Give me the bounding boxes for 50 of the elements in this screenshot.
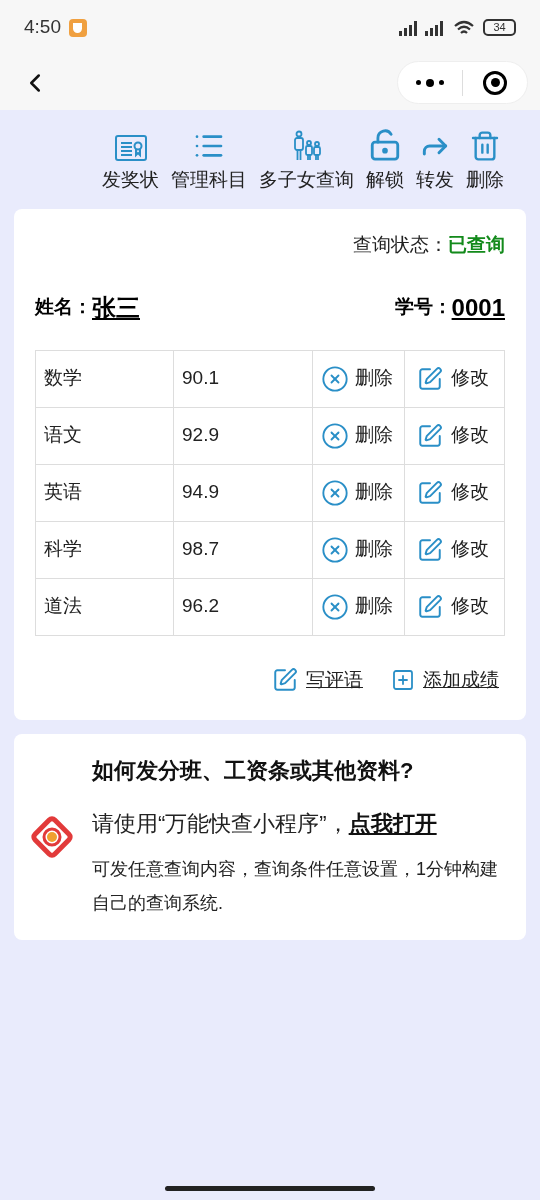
close-circle-icon: [321, 478, 349, 507]
subject-cell: 科学: [35, 521, 174, 578]
toolbar-button[interactable]: 解锁: [360, 126, 410, 206]
student-name: 张三: [92, 292, 140, 323]
edit-icon: [272, 666, 298, 693]
close-target-icon[interactable]: [483, 70, 507, 95]
trash-icon: [469, 130, 501, 162]
toolbar-button[interactable]: 发奖状: [96, 126, 165, 206]
subject-cell: 道法: [35, 578, 174, 635]
score-cell: 96.2: [173, 578, 313, 635]
toolbar-button[interactable]: 多子女查询: [253, 126, 360, 206]
status-value: 已查询: [448, 233, 505, 257]
close-circle-icon: [321, 364, 349, 393]
toolbar-button[interactable]: 管理科目: [165, 126, 253, 206]
status-label: 查询状态：: [353, 233, 448, 257]
score-cell: 92.9: [173, 407, 313, 464]
promo-title: 如何发分班、工资条或其他资料?: [92, 757, 415, 785]
close-circle-icon: [321, 421, 349, 450]
status-time: 4:50: [24, 15, 61, 40]
subject-cell: 英语: [35, 464, 174, 521]
battery-indicator: 34: [483, 19, 516, 36]
unlock-icon: [368, 128, 402, 162]
action-link[interactable]: 添加成绩: [391, 665, 499, 694]
certificate-icon: [113, 134, 148, 162]
open-link[interactable]: 点我打开: [348, 807, 437, 840]
edit-icon: [416, 479, 443, 506]
score-cell: 94.9: [173, 464, 313, 521]
edit-icon: [416, 365, 443, 392]
score-cell: 98.7: [173, 521, 313, 578]
score-cell: 90.1: [173, 350, 313, 407]
promo-description: 可发任意查询内容，查询条件任意设置，1分钟构建自己的查询系统.: [92, 858, 499, 915]
edit-icon: [416, 422, 443, 449]
student-id: 0001: [451, 292, 505, 323]
subject-cell: 语文: [35, 407, 174, 464]
name-label: 姓名：: [35, 295, 92, 320]
close-circle-icon: [321, 535, 349, 564]
signal-icon: [397, 18, 445, 37]
app-logo-icon: [28, 813, 76, 861]
toolbar-button[interactable]: 删除: [460, 126, 510, 206]
toolbar-button[interactable]: 转发: [410, 126, 460, 206]
id-label: 学号：: [394, 295, 452, 320]
shield-icon: [69, 18, 87, 37]
edit-icon: [416, 593, 443, 620]
family-icon: [291, 130, 322, 162]
promo-text: 请使用“万能快查小程序”，: [92, 810, 349, 838]
close-circle-icon: [321, 592, 349, 621]
add-icon: [391, 667, 415, 692]
edit-icon: [416, 536, 443, 563]
action-link[interactable]: 写评语: [272, 665, 363, 694]
subject-cell: 数学: [35, 350, 174, 407]
